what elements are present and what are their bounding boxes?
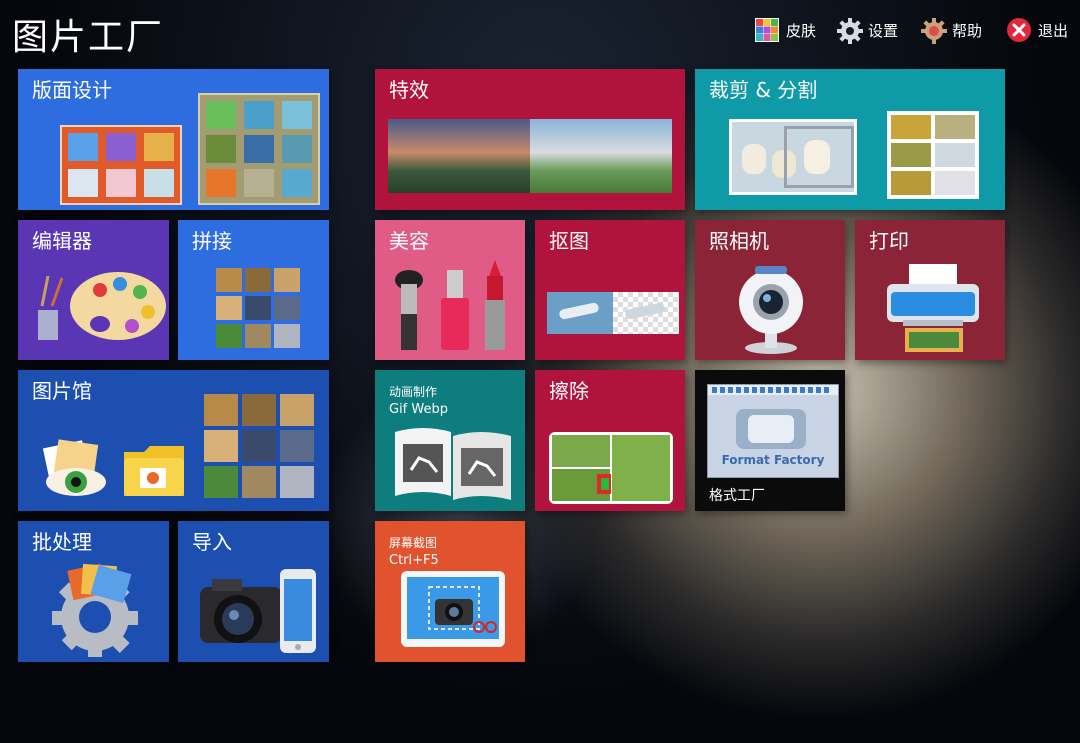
tile-batch-label: 批处理 — [32, 530, 92, 554]
gear-icon — [836, 17, 863, 44]
tile-format-factory[interactable]: Format Factory 格式工厂 — [695, 370, 845, 511]
tile-erase[interactable]: 擦除 — [535, 370, 685, 511]
tile-camera[interactable]: 照相机 — [695, 220, 845, 360]
tile-screenshot[interactable]: 屏幕截图 Ctrl+F5 — [375, 521, 525, 662]
animation-title: 动画制作 — [389, 385, 438, 399]
palette-icon — [38, 272, 166, 340]
help-button[interactable]: 帮助 — [920, 14, 982, 46]
effects-after-image — [530, 119, 672, 193]
tile-format-factory-label: 格式工厂 — [709, 488, 765, 504]
help-gear-icon — [920, 17, 947, 44]
tile-effects[interactable]: 特效 — [375, 69, 685, 210]
screenshot-capture-icon — [401, 571, 505, 647]
tile-beauty[interactable]: 美容 — [375, 220, 525, 360]
erase-deer-image — [549, 432, 673, 504]
exit-button[interactable]: 退出 — [1006, 14, 1068, 46]
skin-label: 皮肤 — [786, 21, 817, 40]
cosmetics-icon — [395, 260, 505, 350]
tile-erase-label: 擦除 — [549, 379, 589, 403]
collage-grid-image — [216, 268, 302, 350]
tile-print[interactable]: 打印 — [855, 220, 1005, 360]
format-factory-logo: Format Factory — [707, 384, 839, 478]
split-grid-image — [887, 111, 979, 199]
gallery-eye-icon — [42, 439, 106, 496]
folder-icon — [124, 446, 184, 496]
tile-layout-label: 版面设计 — [32, 78, 112, 102]
settings-label: 设置 — [868, 21, 899, 40]
tile-cutout-label: 抠图 — [549, 229, 589, 253]
tile-animation-label: 动画制作 Gif Webp — [389, 384, 448, 418]
tile-cutout[interactable]: 抠图 — [535, 220, 685, 360]
app-title: 图片工厂 — [12, 17, 165, 58]
cutout-transparent-image — [613, 292, 679, 334]
tile-batch[interactable]: 批处理 — [18, 521, 169, 662]
close-icon — [1006, 17, 1032, 43]
screenshot-shortcut: Ctrl+F5 — [389, 553, 439, 568]
tile-import-label: 导入 — [192, 530, 232, 554]
tile-collage[interactable]: 拼接 — [178, 220, 329, 360]
gallery-grid-image — [204, 394, 316, 502]
top-bar: 图片工厂 皮肤 设置 帮助 退出 — [0, 0, 1080, 62]
crop-puppies-image — [729, 119, 857, 195]
tile-collage-label: 拼接 — [192, 229, 232, 253]
tile-screenshot-label: 屏幕截图 Ctrl+F5 — [389, 535, 439, 569]
tile-gallery-label: 图片馆 — [32, 379, 92, 403]
effects-before-image — [388, 119, 530, 193]
animation-subtitle: Gif Webp — [389, 402, 448, 417]
tile-crop-split[interactable]: 裁剪 & 分割 — [695, 69, 1005, 210]
printer-icon — [887, 264, 979, 352]
layout-frame-grid-image — [198, 93, 320, 205]
camera-phone-icon — [200, 569, 316, 653]
tile-editor-label: 编辑器 — [32, 229, 92, 253]
tile-camera-label: 照相机 — [709, 229, 769, 253]
skin-button[interactable]: 皮肤 — [754, 14, 816, 46]
webcam-icon — [739, 266, 803, 354]
settings-button[interactable]: 设置 — [836, 14, 898, 46]
tile-animation[interactable]: 动画制作 Gif Webp — [375, 370, 525, 511]
layout-frame-orange-image — [60, 125, 182, 205]
tile-print-label: 打印 — [869, 229, 909, 253]
tile-effects-label: 特效 — [389, 78, 429, 102]
format-factory-logo-text: Format Factory — [721, 453, 825, 467]
tile-beauty-label: 美容 — [389, 229, 429, 253]
screenshot-title: 屏幕截图 — [389, 536, 438, 550]
exit-label: 退出 — [1038, 21, 1069, 40]
tile-import[interactable]: 导入 — [178, 521, 329, 662]
batch-gear-icon — [52, 563, 138, 657]
tile-layout-design[interactable]: 版面设计 — [18, 69, 329, 210]
help-label: 帮助 — [952, 21, 983, 40]
tile-editor[interactable]: 编辑器 — [18, 220, 169, 360]
film-strip-icon — [395, 428, 511, 500]
cutout-original-image — [547, 292, 613, 334]
tile-crop-label: 裁剪 & 分割 — [709, 78, 818, 102]
palette-icon — [754, 17, 780, 43]
tile-gallery[interactable]: 图片馆 — [18, 370, 329, 511]
